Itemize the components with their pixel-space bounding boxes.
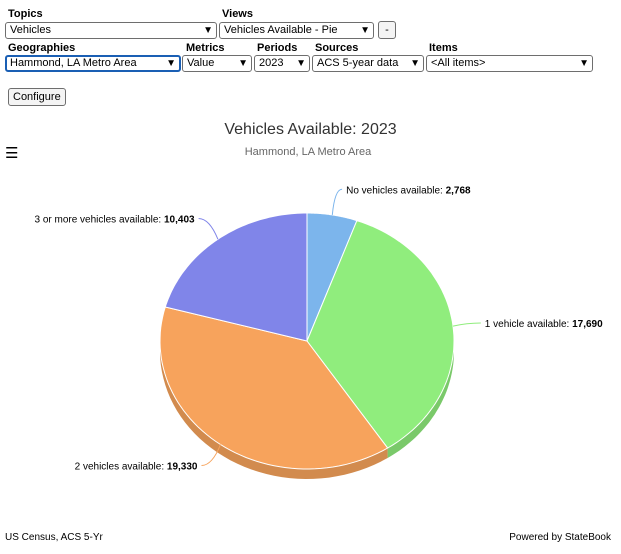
source-credit: US Census, ACS 5-Yr <box>5 532 103 543</box>
data-label: 3 or more vehicles available: 10,403 <box>34 215 195 226</box>
data-label: 1 vehicle available: 17,690 <box>485 319 603 330</box>
data-label-connector <box>452 322 481 327</box>
data-label-connector <box>198 218 219 240</box>
data-label-connector <box>331 188 343 215</box>
data-label: 2 vehicles available: 19,330 <box>75 462 198 473</box>
pie-chart: No vehicles available: 2,768 1 vehicle av… <box>34 185 603 479</box>
powered-by-credit[interactable]: Powered by StateBook <box>509 532 611 543</box>
data-label: No vehicles available: 2,768 <box>346 185 471 196</box>
